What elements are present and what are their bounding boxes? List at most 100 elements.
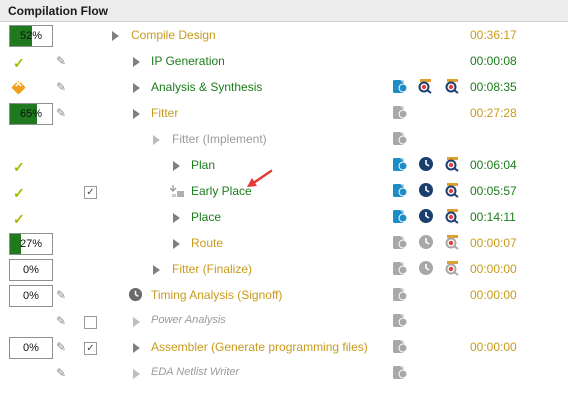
- report-icon[interactable]: [392, 312, 408, 328]
- timing-clock-icon[interactable]: [418, 208, 434, 224]
- rtl-viewer-icon[interactable]: [417, 78, 433, 94]
- task-label[interactable]: Assembler (Generate programming files): [151, 340, 368, 354]
- progress-bar: 52%: [9, 25, 53, 47]
- elapsed-time: 00:14:11: [470, 210, 516, 224]
- check-icon: ✓: [13, 185, 25, 201]
- progress-label: 65%: [19, 108, 43, 120]
- edit-settings-icon[interactable]: ✎: [56, 288, 66, 302]
- chip-planner-icon[interactable]: [444, 234, 460, 250]
- expand-arrow-icon[interactable]: [133, 317, 140, 327]
- task-label[interactable]: IP Generation: [151, 54, 225, 68]
- report-icon[interactable]: [392, 286, 408, 302]
- progress-label: 0%: [23, 342, 39, 354]
- chip-planner-icon[interactable]: [444, 208, 460, 224]
- task-label[interactable]: Timing Analysis (Signoff): [151, 288, 282, 302]
- chip-planner-icon[interactable]: [444, 182, 460, 198]
- report-icon[interactable]: [392, 78, 408, 94]
- elapsed-time: 00:00:00: [470, 288, 517, 302]
- progress-bar: 0%: [9, 259, 53, 281]
- timing-analyzer-icon: [128, 287, 143, 302]
- edit-settings-icon[interactable]: ✎: [56, 340, 66, 354]
- elapsed-time: 00:27:28: [470, 106, 517, 120]
- flow-row-timing-analysis[interactable]: 0% ✎ Timing Analysis (Signoff) 00:00:00: [0, 285, 568, 311]
- expand-arrow-icon[interactable]: [153, 135, 160, 145]
- elapsed-time: 00:00:08: [470, 54, 517, 68]
- elapsed-time: 00:00:00: [470, 340, 517, 354]
- task-label[interactable]: Fitter (Implement): [172, 132, 267, 146]
- check-icon: ✓: [13, 159, 25, 175]
- elapsed-time: 00:36:17: [470, 28, 517, 42]
- flow-row-power-analysis[interactable]: ✎ Power Analysis: [0, 311, 568, 337]
- flow-row-fitter-implement[interactable]: Fitter (Implement): [0, 129, 568, 155]
- warning-mark-icon: ✕: [14, 79, 23, 90]
- expand-arrow-icon[interactable]: [173, 239, 180, 249]
- progress-label: 0%: [23, 264, 39, 276]
- edit-settings-icon[interactable]: ✎: [56, 80, 66, 94]
- flow-row-plan[interactable]: ✓ Plan 00:06:04: [0, 155, 568, 181]
- timing-clock-icon[interactable]: [418, 260, 434, 276]
- flow-row-early-place[interactable]: ✓ ✓ Early Place 00:05:57: [0, 181, 568, 207]
- edit-settings-icon[interactable]: ✎: [56, 314, 66, 328]
- edit-settings-icon[interactable]: ✎: [56, 106, 66, 120]
- expand-arrow-icon[interactable]: [133, 369, 140, 379]
- task-label[interactable]: Route: [191, 236, 223, 250]
- task-label[interactable]: Place: [191, 210, 221, 224]
- flow-row-assembler[interactable]: 0% ✎ ✓ Assembler (Generate programming f…: [0, 337, 568, 363]
- expand-arrow-icon[interactable]: [173, 161, 180, 171]
- elapsed-time: 00:06:04: [470, 158, 517, 172]
- flow-row-route[interactable]: 27% Route 00:00:07: [0, 233, 568, 259]
- progress-label: 0%: [23, 290, 39, 302]
- expand-arrow-icon[interactable]: [173, 213, 180, 223]
- task-label[interactable]: Early Place: [191, 184, 252, 198]
- progress-label: 52%: [19, 30, 43, 42]
- report-icon[interactable]: [392, 182, 408, 198]
- report-icon[interactable]: [392, 130, 408, 146]
- progress-bar: 65%: [9, 103, 53, 125]
- flow-row-compile-design[interactable]: 52% Compile Design 00:36:17: [0, 25, 568, 51]
- task-label[interactable]: Analysis & Synthesis: [151, 80, 262, 94]
- stage-checkbox[interactable]: [84, 316, 97, 329]
- report-icon[interactable]: [392, 208, 408, 224]
- report-icon[interactable]: [392, 104, 408, 120]
- report-icon[interactable]: [392, 364, 408, 380]
- progress-bar: 27%: [9, 233, 53, 255]
- timing-clock-icon[interactable]: [418, 156, 434, 172]
- flow-row-analysis-synthesis[interactable]: ✕ ✎ Analysis & Synthesis 00:08:35: [0, 77, 568, 103]
- flow-row-fitter[interactable]: 65% ✎ Fitter 00:27:28: [0, 103, 568, 129]
- task-label[interactable]: Compile Design: [131, 28, 216, 42]
- task-label[interactable]: Fitter: [151, 106, 178, 120]
- timing-clock-icon[interactable]: [418, 234, 434, 250]
- flow-row-fitter-finalize[interactable]: 0% Fitter (Finalize) 00:00:00: [0, 259, 568, 285]
- task-label[interactable]: Power Analysis: [151, 314, 226, 326]
- flow-row-ip-generation[interactable]: ✓ ✎ IP Generation 00:00:08: [0, 51, 568, 77]
- task-label[interactable]: Plan: [191, 158, 215, 172]
- report-icon[interactable]: [392, 338, 408, 354]
- compilation-flow-header: Compilation Flow: [0, 0, 568, 22]
- task-label[interactable]: Fitter (Finalize): [172, 262, 252, 276]
- chip-planner-icon[interactable]: [444, 260, 460, 276]
- annotation-arrow-icon: [247, 169, 273, 187]
- flow-row-place[interactable]: ✓ Place 00:14:11: [0, 207, 568, 233]
- stage-checkbox[interactable]: ✓: [84, 342, 97, 355]
- report-icon[interactable]: [392, 260, 408, 276]
- task-label[interactable]: EDA Netlist Writer: [151, 366, 239, 378]
- expand-arrow-icon[interactable]: [112, 31, 119, 41]
- edit-settings-icon[interactable]: ✎: [56, 54, 66, 68]
- edit-settings-icon[interactable]: ✎: [56, 366, 66, 380]
- netlist-viewer-icon[interactable]: [444, 78, 460, 94]
- timing-clock-icon[interactable]: [418, 182, 434, 198]
- report-icon[interactable]: [392, 156, 408, 172]
- report-icon[interactable]: [392, 234, 408, 250]
- expand-arrow-icon[interactable]: [133, 109, 140, 119]
- expand-arrow-icon[interactable]: [133, 57, 140, 67]
- flow-row-eda-netlist-writer[interactable]: ✎ EDA Netlist Writer: [0, 363, 568, 389]
- elapsed-time: 00:00:07: [470, 236, 517, 250]
- progress-label: 27%: [19, 238, 43, 250]
- elapsed-time: 00:05:57: [470, 184, 517, 198]
- expand-arrow-icon[interactable]: [153, 265, 160, 275]
- stage-checkbox[interactable]: ✓: [84, 186, 97, 199]
- elapsed-time: 00:00:00: [470, 262, 517, 276]
- expand-arrow-icon[interactable]: [133, 343, 140, 353]
- expand-arrow-icon[interactable]: [133, 83, 140, 93]
- chip-planner-icon[interactable]: [444, 156, 460, 172]
